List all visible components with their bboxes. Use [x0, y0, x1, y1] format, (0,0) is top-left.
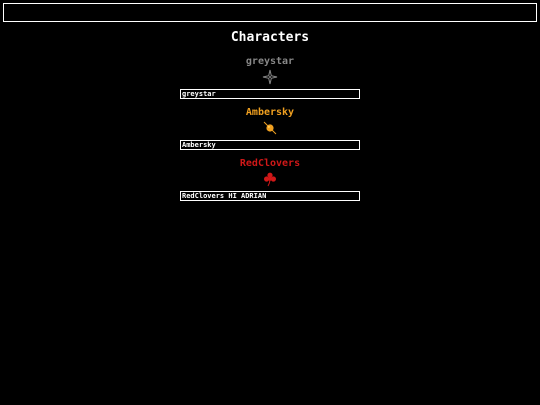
four-point-star-icon — [262, 69, 278, 85]
character-name: RedClovers — [239, 158, 301, 169]
top-text-input[interactable] — [3, 3, 537, 22]
character-name: greystar — [245, 56, 295, 67]
amber-orb-icon — [263, 121, 277, 135]
character-text-field[interactable]: RedClovers HI ADRIAN — [180, 191, 360, 201]
character-text-field[interactable]: greystar — [180, 89, 360, 99]
character-text-field[interactable]: Ambersky — [180, 140, 360, 150]
clover-icon — [264, 172, 276, 187]
page-title: Characters — [230, 30, 310, 45]
character-name: Ambersky — [245, 107, 295, 118]
